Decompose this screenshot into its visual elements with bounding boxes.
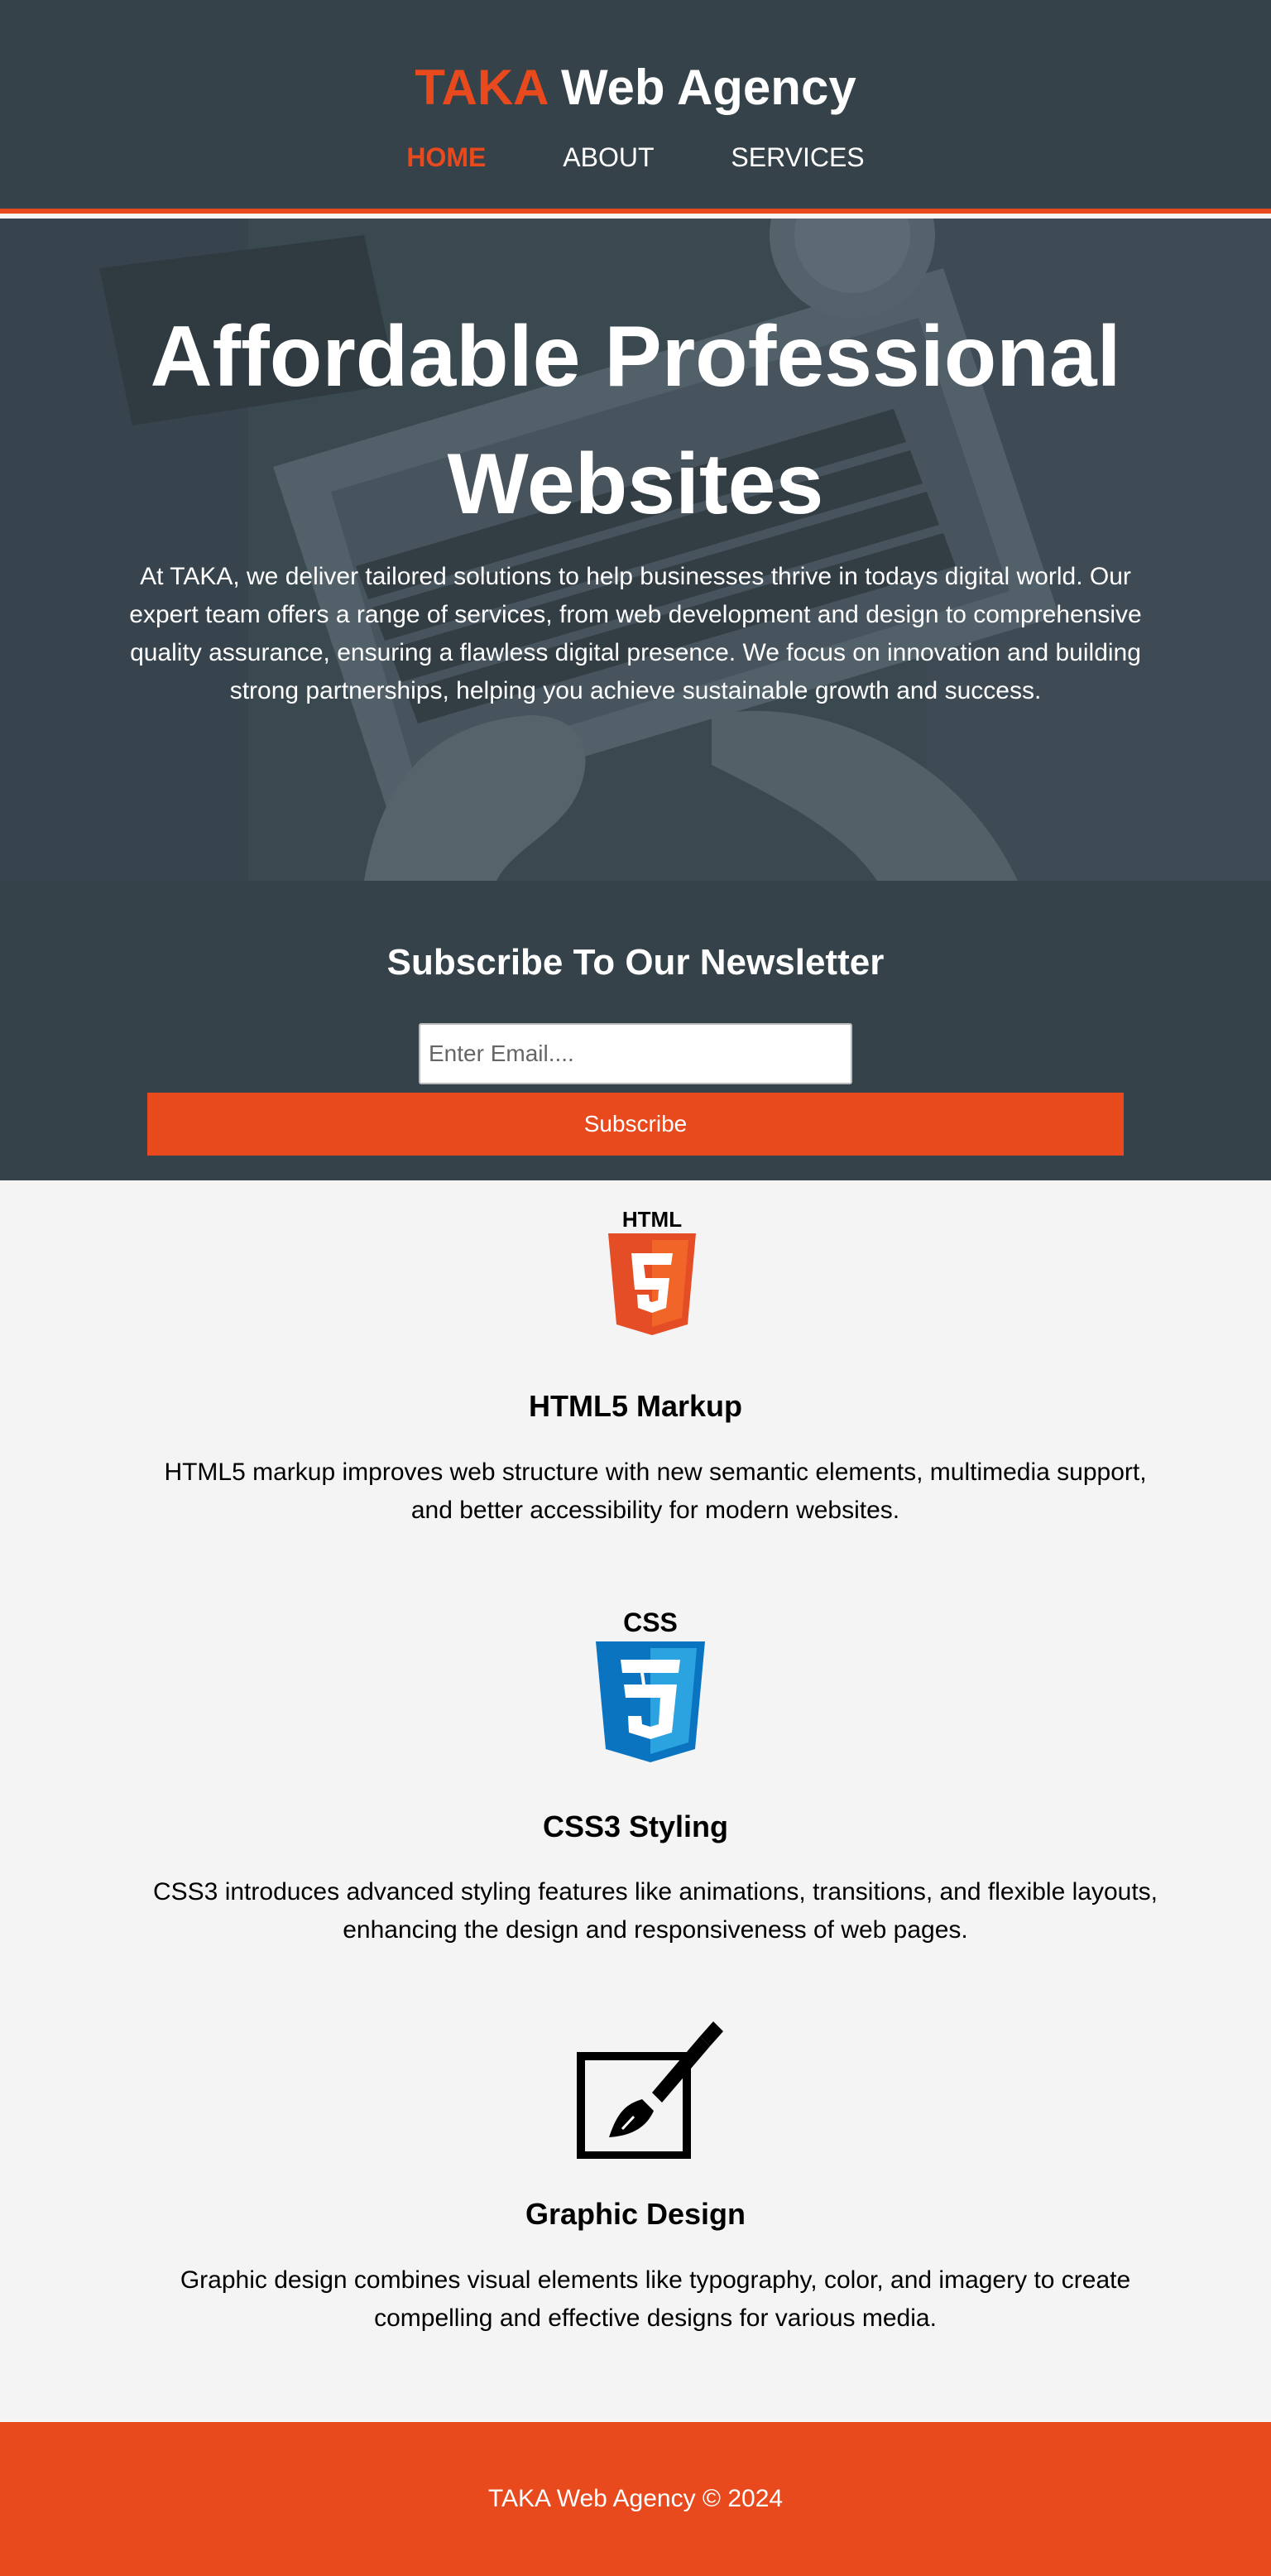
hero-section: Affordable Professional Websites At TAKA… <box>0 219 1271 881</box>
hero-title: Affordable Professional Websites <box>0 293 1271 548</box>
main-nav: HOME ABOUT SERVICES <box>0 142 1271 173</box>
newsletter-section: Subscribe To Our Newsletter Subscribe <box>0 881 1271 1180</box>
css3-title: CSS3 Styling <box>542 1809 729 1843</box>
html5-logo-text: HTML <box>622 1207 682 1232</box>
html5-description: HTML5 markup improves web structure with… <box>164 1459 1147 1524</box>
css3-description: CSS3 introduces advanced styling feature… <box>153 1878 1158 1944</box>
nav-about-link[interactable]: ABOUT <box>563 142 654 173</box>
nav-services-link[interactable]: SERVICES <box>731 142 864 173</box>
service-box-html5: HTML HTML5 Markup HTML5 markup improves … <box>0 1180 1271 1569</box>
services-section: HTML HTML5 Markup HTML5 markup improves … <box>0 1180 1271 2422</box>
service-box-css3: CSS CSS3 Styling CSS3 introduces advance… <box>0 1598 1271 1987</box>
site-header: TAKA Web Agency HOME ABOUT SERVICES <box>0 0 1271 214</box>
graphic-design-description: Graphic design combines visual elements … <box>180 2266 1131 2332</box>
brand-accent: TAKA <box>415 60 548 115</box>
css3-logo-icon: CSS <box>596 1608 705 1762</box>
html5-title: HTML5 Markup <box>528 1389 742 1423</box>
hero-title-line2: Websites <box>447 436 824 532</box>
site-brand[interactable]: TAKA Web Agency <box>0 56 1271 119</box>
service-box-graphic-design: Graphic Design Graphic design combines v… <box>0 2000 1271 2389</box>
site-footer: TAKA Web Agency © 2024 <box>0 2422 1271 2576</box>
subscribe-button[interactable]: Subscribe <box>147 1093 1124 1156</box>
hero-title-line1: Affordable Professional <box>150 309 1121 405</box>
hero-description: At TAKA, we deliver tailored solutions t… <box>129 563 1142 704</box>
email-input[interactable] <box>419 1023 852 1084</box>
footer-copyright: TAKA Web Agency © 2024 <box>487 2485 784 2512</box>
graphic-design-title: Graphic Design <box>525 2197 746 2231</box>
html5-logo-icon: HTML <box>608 1207 696 1335</box>
graphic-design-icon <box>577 2021 723 2159</box>
nav-home-link[interactable]: HOME <box>406 142 486 173</box>
newsletter-title: Subscribe To Our Newsletter <box>386 942 885 983</box>
brand-name: Web Agency <box>560 60 856 115</box>
css3-logo-text: CSS <box>623 1608 678 1637</box>
